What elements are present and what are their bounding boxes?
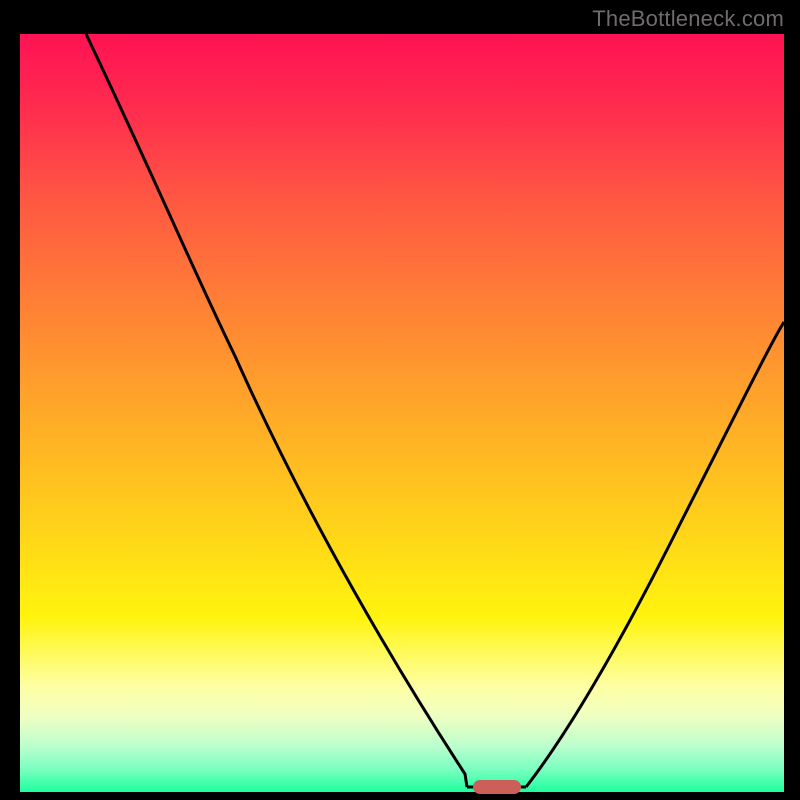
bottleneck-curve (20, 34, 784, 792)
optimal-marker (473, 780, 521, 794)
plot-area (20, 34, 784, 792)
watermark-text: TheBottleneck.com (592, 6, 784, 32)
chart-container: TheBottleneck.com (0, 0, 800, 800)
